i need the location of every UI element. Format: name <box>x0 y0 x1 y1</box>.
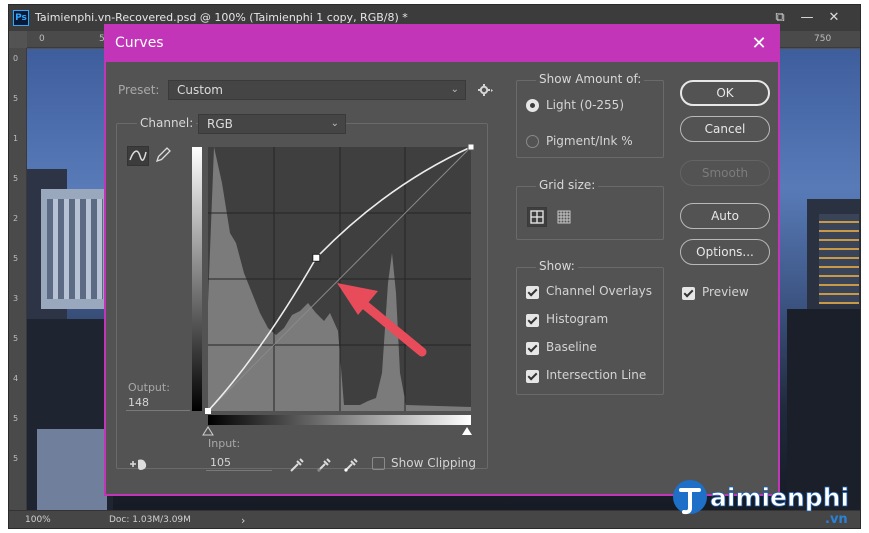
channel-overlays-label: Channel Overlays <box>546 284 652 298</box>
input-field-underline <box>206 470 272 471</box>
ruler-tick-label: 3 <box>13 294 19 303</box>
building-image <box>37 429 107 510</box>
ruler-tick-label: 5 <box>13 174 19 183</box>
preset-label: Preset: <box>118 83 160 97</box>
close-window-button[interactable]: ✕ <box>821 8 847 28</box>
light-radio[interactable] <box>526 99 539 112</box>
watermark-brand-text: aimienphi <box>710 483 849 512</box>
options-button[interactable]: Options... <box>680 239 770 265</box>
input-gradient-bar <box>208 415 471 425</box>
simple-grid-icon[interactable] <box>527 207 547 227</box>
pigment-radio-label: Pigment/Ink % <box>546 134 633 148</box>
dialog-title: Curves <box>115 35 164 51</box>
chevron-down-icon: ⌄ <box>450 84 459 95</box>
channel-overlays-checkbox[interactable] <box>526 286 539 299</box>
building-windows-image <box>47 199 103 299</box>
channel-dropdown[interactable]: RGB ⌄ <box>198 114 346 134</box>
curves-dialog: Curves ✕ Preset: Custom ⌄ Channel: RGB ⌄ <box>104 24 780 496</box>
black-point-slider[interactable] <box>202 426 214 436</box>
chevron-down-icon: ⌄ <box>330 118 339 129</box>
ruler-tick-label: 2 <box>13 214 19 223</box>
intersection-line-checkbox[interactable] <box>526 370 539 383</box>
ruler-tick-label: 5 <box>13 414 19 423</box>
white-point-slider[interactable] <box>462 427 472 435</box>
preset-options-gear-icon[interactable] <box>476 81 494 99</box>
output-label: Output: <box>128 381 170 394</box>
preview-checkbox[interactable] <box>682 287 695 300</box>
grid-size-title: Grid size: <box>536 178 599 192</box>
close-dialog-button[interactable]: ✕ <box>746 30 772 58</box>
doc-size: Doc: 1.03M/3.09M <box>109 515 191 525</box>
intersection-line-label: Intersection Line <box>546 368 647 382</box>
histogram-label: Histogram <box>546 312 609 326</box>
input-label: Input: <box>208 437 241 450</box>
ruler-tick-label: 5 <box>13 254 19 263</box>
pencil-icon[interactable] <box>154 146 172 164</box>
black-point-eyedropper-icon[interactable] <box>288 456 306 474</box>
ruler-tick-label: 5 <box>13 94 19 103</box>
taimienphi-watermark-logo: aimienphi .vn <box>670 475 866 529</box>
curves-graph[interactable] <box>192 143 486 443</box>
status-menu-arrow-icon[interactable]: › <box>241 514 245 527</box>
building-windows-image <box>819 214 859 304</box>
output-field-underline <box>126 410 190 411</box>
dialog-title-bar[interactable]: Curves ✕ <box>106 26 778 62</box>
input-value[interactable]: 105 <box>210 456 231 469</box>
auto-button[interactable]: Auto <box>680 203 770 229</box>
light-radio-label: Light (0-255) <box>546 98 624 112</box>
minimize-window-button[interactable]: — <box>794 8 820 28</box>
photoshop-logo-icon: Ps <box>13 10 29 26</box>
pigment-radio[interactable] <box>526 135 539 148</box>
watermark-suffix-text: .vn <box>825 512 848 527</box>
baseline-checkbox[interactable] <box>526 342 539 355</box>
ruler-tick-label: 1 <box>13 134 19 143</box>
show-options-title: Show: <box>536 259 578 273</box>
ruler-tick-label: 0 <box>39 34 45 44</box>
ok-button[interactable]: OK <box>680 80 770 106</box>
show-amount-title: Show Amount of: <box>536 72 645 86</box>
zoom-level[interactable]: 100% <box>25 515 51 525</box>
smooth-button[interactable]: Smooth <box>680 160 770 186</box>
show-clipping-label: Show Clipping <box>391 456 477 470</box>
curve-point-tool-icon[interactable] <box>127 146 149 166</box>
show-clipping-checkbox[interactable] <box>372 457 385 470</box>
curve-control-point[interactable] <box>312 253 321 262</box>
ruler-vertical: 0 5 1 5 2 5 3 5 4 5 5 <box>9 48 27 510</box>
curve-endpoint-black[interactable] <box>205 408 211 414</box>
output-gradient-bar <box>192 147 202 411</box>
preset-dropdown[interactable]: Custom ⌄ <box>168 80 466 100</box>
channel-label: Channel: <box>137 116 197 130</box>
ruler-tick-label: 5 <box>13 334 19 343</box>
output-value[interactable]: 148 <box>128 396 149 409</box>
preview-label: Preview <box>702 285 749 299</box>
ruler-tick-label: 750 <box>814 34 832 44</box>
baseline-label: Baseline <box>546 340 597 354</box>
preset-value: Custom <box>177 83 223 97</box>
curve-endpoint-white[interactable] <box>467 143 475 151</box>
histogram-checkbox[interactable] <box>526 314 539 327</box>
detailed-grid-icon[interactable] <box>554 207 574 227</box>
document-title: Taimienphi.vn-Recovered.psd @ 100% (Taim… <box>35 11 408 24</box>
ruler-tick-label: 4 <box>13 374 19 383</box>
gray-point-eyedropper-icon[interactable] <box>315 456 333 474</box>
white-point-eyedropper-icon[interactable] <box>342 456 360 474</box>
cancel-button[interactable]: Cancel <box>680 116 770 142</box>
ruler-tick-label: 0 <box>13 54 19 63</box>
channel-value: RGB <box>207 117 233 131</box>
on-image-adjust-hand-icon[interactable] <box>128 456 150 474</box>
ruler-tick-label: 5 <box>13 454 19 463</box>
